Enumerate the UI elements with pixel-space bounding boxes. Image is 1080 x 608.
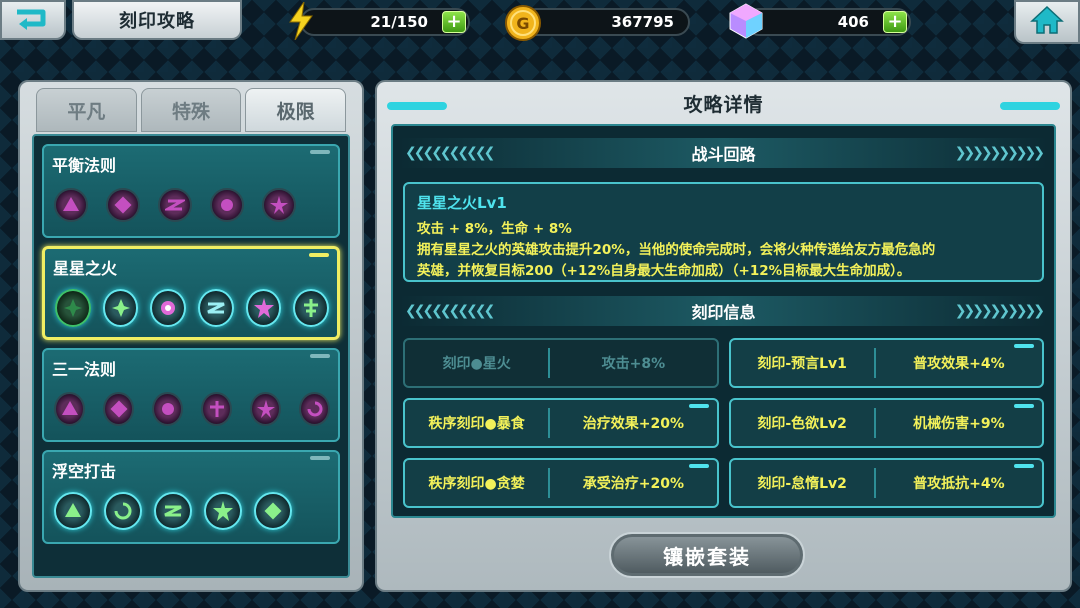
- corner-marker: [688, 464, 709, 468]
- rune-name: 秩序刻印●贪婪: [428, 476, 525, 492]
- section-header-rune-info: ❮❮❮❮❮❮❮❮❮❮ 刻印信息 ❯❯❯❯❯❯❯❯❯❯: [399, 296, 1048, 326]
- corner-marker: [310, 150, 330, 154]
- gold-counter: 367795: [522, 8, 690, 36]
- rune-icon: [154, 492, 192, 530]
- difficulty-tabs: 平凡 特殊 极限: [26, 88, 356, 132]
- rune-bonus: 普攻效果+4%: [913, 356, 1005, 372]
- rune-set-name: 平衡法则: [52, 156, 117, 175]
- equip-set-button[interactable]: 镶嵌套装: [609, 532, 805, 578]
- gold-value: 367795: [611, 13, 674, 31]
- corner-marker: [1014, 464, 1034, 468]
- corner-marker: [1014, 344, 1034, 348]
- set-effect-title: 星星之火Lv1: [417, 194, 507, 212]
- rune-bonus: 治疗效果+20%: [582, 416, 685, 432]
- rune-icon: [158, 188, 192, 222]
- rune-icon: [104, 492, 142, 530]
- detail-content: ❮❮❮❮❮❮❮❮❮❮ 战斗回路 ❯❯❯❯❯❯❯❯❯❯ 星星之火Lv1 攻击 + …: [391, 124, 1056, 518]
- rune-set-item[interactable]: 浮空打击: [42, 450, 340, 544]
- rune-icon: [210, 188, 244, 222]
- rune-icon: [106, 188, 140, 222]
- rune-icon: [254, 492, 292, 530]
- rune-name: 刻印-色欲Lv2: [757, 416, 847, 432]
- set-effect-stats: 攻击 + 8%，生命 + 8%: [417, 221, 572, 237]
- set-effect-description: 英雄，并恢复目标200（+12%自身最大生命加成）（+12%目标最大生命加成）。: [417, 263, 911, 279]
- corner-marker: [310, 456, 330, 460]
- rune-bonus: 承受治疗+20%: [582, 476, 685, 492]
- rune-set-item[interactable]: 三一法则: [42, 348, 340, 442]
- corner-marker: [1014, 404, 1034, 408]
- energy-value: 21/150: [370, 13, 428, 31]
- rune-icon: [54, 188, 88, 222]
- section-title: 刻印信息: [691, 303, 756, 322]
- back-arrow-icon: [13, 6, 53, 34]
- set-description-box: 星星之火Lv1 攻击 + 8%，生命 + 8% 拥有星星之火的英雄攻击提升20%…: [403, 182, 1044, 282]
- rune-icon: [102, 289, 139, 327]
- rune-info-card: 刻印-预言Lv1 普攻效果+4%: [728, 338, 1044, 388]
- rune-name: 秩序刻印●暴食: [428, 416, 525, 432]
- rune-set-name: 星星之火: [53, 259, 118, 278]
- energy-counter: 21/150 +: [300, 8, 470, 36]
- rune-set-name: 三一法则: [52, 360, 117, 379]
- page-title: 刻印攻略: [72, 0, 242, 40]
- rune-info-card: 秩序刻印●暴食 治疗效果+20%: [403, 398, 719, 448]
- gem-value: 406: [837, 13, 869, 31]
- corner-marker: [310, 354, 330, 358]
- rune-icon: [201, 392, 232, 426]
- gold-coin-icon: G: [504, 4, 542, 46]
- rune-set-item[interactable]: 平衡法则: [42, 144, 340, 238]
- strategy-detail-panel: 攻略详情 ❮❮❮❮❮❮❮❮❮❮ 战斗回路 ❯❯❯❯❯❯❯❯❯❯ 星星之火Lv1 …: [375, 80, 1072, 592]
- rune-icon: [204, 492, 242, 530]
- section-title: 战斗回路: [691, 145, 756, 164]
- rune-icon: [245, 289, 282, 327]
- gem-icon: [728, 2, 764, 44]
- rune-icon: [293, 289, 330, 327]
- rune-icon: [262, 188, 296, 222]
- rune-icon: [250, 392, 281, 426]
- rune-info-grid: 刻印●星火 攻击+8% 刻印-预言Lv1 普攻效果+4% 秩序刻印●暴食 治疗效…: [403, 338, 1044, 508]
- svg-text:G: G: [516, 14, 529, 33]
- rune-set-item-selected[interactable]: 星星之火: [42, 246, 340, 340]
- rune-icon: [54, 392, 85, 426]
- set-effect-description: 拥有星星之火的英雄攻击提升20%，当他的使命完成时，会将火种传递给友方最危急的: [417, 242, 936, 258]
- home-button[interactable]: [1014, 0, 1080, 44]
- rune-name: 刻印-怠惰Lv2: [757, 476, 847, 492]
- rune-info-card: 秩序刻印●贪婪 承受治疗+20%: [403, 458, 719, 508]
- add-energy-button[interactable]: +: [442, 11, 466, 33]
- chevrons-left-icon: ❮❮❮❮❮❮❮❮❮❮: [405, 303, 495, 319]
- chevrons-right-icon: ❯❯❯❯❯❯❯❯❯❯: [954, 303, 1045, 319]
- rune-icon: [54, 492, 92, 530]
- section-header-battle-circuit: ❮❮❮❮❮❮❮❮❮❮ 战斗回路 ❯❯❯❯❯❯❯❯❯❯: [399, 138, 1048, 168]
- gem-counter: 406 +: [745, 8, 911, 36]
- lightning-icon: [286, 1, 316, 44]
- rune-set-list: 平衡法则 星星之火 三一法则 浮空打击: [32, 134, 350, 578]
- rune-icon: [150, 289, 187, 327]
- tab-special[interactable]: 特殊: [140, 88, 242, 132]
- rune-name: 刻印●星火: [442, 356, 511, 372]
- rune-bonus: 机械伤害+9%: [913, 416, 1005, 432]
- tab-extreme[interactable]: 极限: [245, 88, 347, 132]
- rune-icon: [55, 289, 91, 327]
- back-button[interactable]: [0, 0, 66, 40]
- chevrons-right-icon: ❯❯❯❯❯❯❯❯❯❯: [954, 145, 1045, 161]
- rune-info-card: 刻印●星火 攻击+8%: [403, 338, 719, 388]
- rune-icon: [103, 392, 134, 426]
- corner-marker: [309, 253, 329, 257]
- rune-bonus: 攻击+8%: [601, 356, 666, 372]
- rune-bonus: 普攻抵抗+4%: [913, 476, 1005, 492]
- tab-normal[interactable]: 平凡: [36, 88, 137, 132]
- rune-icon: [198, 289, 234, 327]
- rune-name: 刻印-预言Lv1: [757, 356, 847, 372]
- rune-info-card: 刻印-色欲Lv2 机械伤害+9%: [728, 398, 1044, 448]
- add-gems-button[interactable]: +: [883, 11, 907, 33]
- rune-set-name: 浮空打击: [52, 462, 117, 481]
- rune-info-card: 刻印-怠惰Lv2 普攻抵抗+4%: [728, 458, 1044, 508]
- home-icon: [1030, 5, 1064, 39]
- rune-icon: [299, 392, 330, 426]
- chevrons-left-icon: ❮❮❮❮❮❮❮❮❮❮: [405, 145, 495, 161]
- rune-set-panel: 平凡 特殊 极限 平衡法则 星星之火 三一法则 浮空打击: [18, 80, 364, 592]
- corner-marker: [688, 404, 709, 408]
- panel-title: 攻略详情: [683, 94, 764, 116]
- rune-icon: [152, 392, 183, 426]
